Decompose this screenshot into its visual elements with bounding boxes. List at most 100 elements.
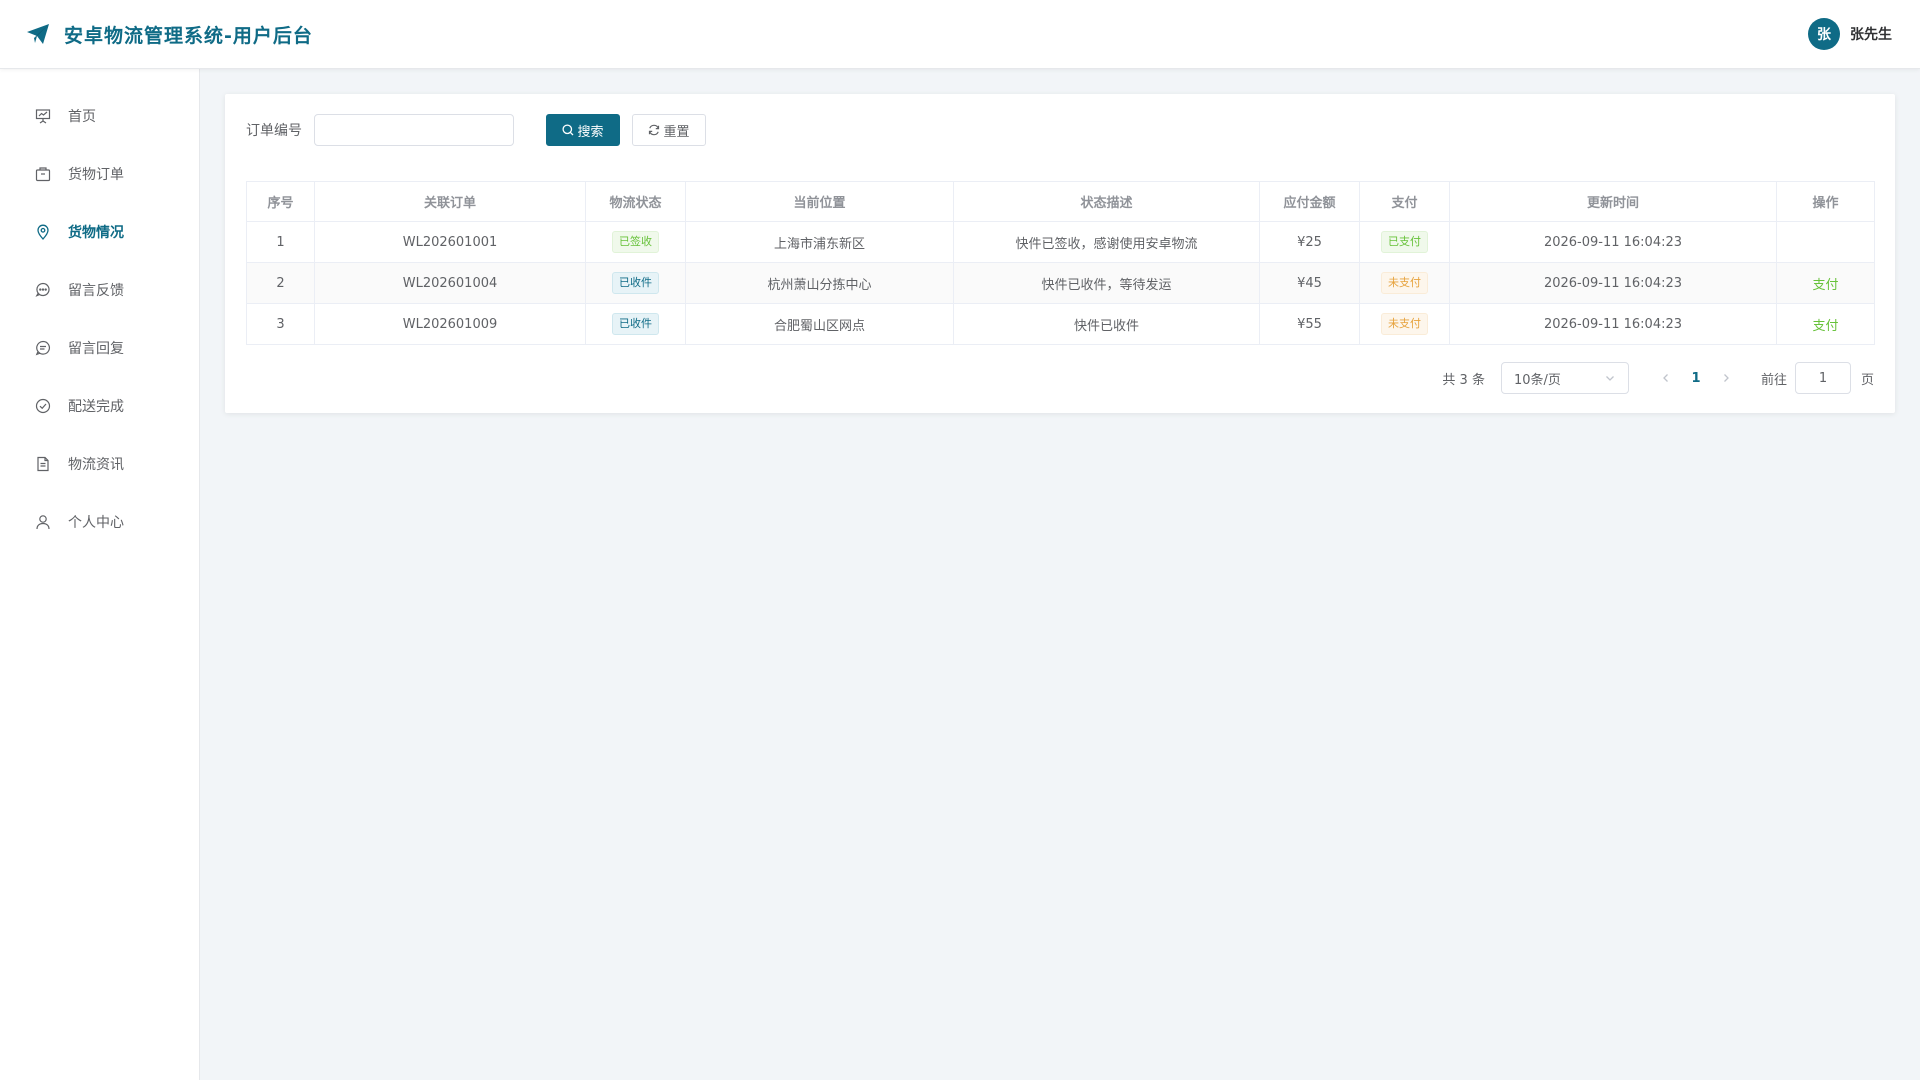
reset-button[interactable]: 重置 xyxy=(632,114,706,146)
sidebar-item-label: 货物订单 xyxy=(68,167,124,183)
actions-cell: 支付 xyxy=(1776,262,1875,304)
pay-button[interactable]: 支付 xyxy=(1812,278,1838,293)
sidebar-item-label: 留言反馈 xyxy=(68,283,124,299)
document-icon xyxy=(34,455,52,473)
presentation-icon xyxy=(34,107,52,125)
sidebar-item-cargo-status[interactable]: 货物情况 xyxy=(0,203,199,261)
update-time: 2026-09-11 16:04:23 xyxy=(1449,303,1777,345)
sidebar-item-profile[interactable]: 个人中心 xyxy=(0,493,199,551)
column-header: 应付金额 xyxy=(1259,181,1360,222)
sidebar-item-orders[interactable]: 货物订单 xyxy=(0,145,199,203)
amount-due: ¥55 xyxy=(1259,303,1360,345)
column-header: 状态描述 xyxy=(953,181,1260,222)
sidebar-item-news[interactable]: 物流资讯 xyxy=(0,435,199,493)
sidebar-item-feedback[interactable]: 留言反馈 xyxy=(0,261,199,319)
page-jump-input[interactable] xyxy=(1794,362,1851,394)
order-number-input[interactable] xyxy=(314,114,514,146)
location-pin-icon xyxy=(34,223,52,241)
search-button-label: 搜索 xyxy=(577,124,604,140)
sidebar-item-label: 个人中心 xyxy=(68,515,124,531)
status-badge: 已收件 xyxy=(612,313,659,335)
status-badge: 已收件 xyxy=(612,272,659,294)
current-location: 杭州萧山分拣中心 xyxy=(685,262,954,304)
app-header: 安卓物流管理系统-用户后台 张 张先生 xyxy=(0,0,1920,69)
refresh-icon xyxy=(649,124,660,136)
payment-badge: 未支付 xyxy=(1381,313,1428,335)
current-location: 合肥蜀山区网点 xyxy=(685,303,954,345)
cargo-table: 序号 关联订单 物流状态 当前位置 状态描述 应付金额 支付 更新时间 操作 1… xyxy=(246,181,1875,345)
order-number: WL202601009 xyxy=(314,303,586,345)
actions-cell: 支付 xyxy=(1776,303,1875,345)
sidebar-item-label: 首页 xyxy=(68,109,96,125)
page-number-button[interactable]: 1 xyxy=(1681,364,1711,392)
row-index: 1 xyxy=(246,221,315,263)
pay-button[interactable]: 支付 xyxy=(1812,319,1838,334)
page-size-value: 10条/页 xyxy=(1513,372,1561,388)
column-header: 支付 xyxy=(1359,181,1450,222)
pagination: 共 3 条 10条/页 1 前往 页 xyxy=(246,362,1874,394)
column-header: 关联订单 xyxy=(314,181,586,222)
table-row: 1 WL202601001 已签收 上海市浦东新区 快件已签收，感谢使用安卓物流… xyxy=(246,221,1875,263)
cargo-table-wrap: 序号 关联订单 物流状态 当前位置 状态描述 应付金额 支付 更新时间 操作 1… xyxy=(246,181,1875,345)
payment-cell: 已支付 xyxy=(1359,221,1450,263)
search-bar: 订单编号 搜索 重置 xyxy=(246,114,1874,146)
payment-badge: 未支付 xyxy=(1381,272,1428,294)
order-number: WL202601001 xyxy=(314,221,586,263)
column-header: 序号 xyxy=(246,181,315,222)
user-icon xyxy=(34,513,52,531)
logistics-status-cell: 已签收 xyxy=(585,221,686,263)
page-size-select[interactable]: 10条/页 xyxy=(1500,362,1629,394)
search-icon xyxy=(562,124,574,136)
row-index: 2 xyxy=(246,262,315,304)
chevron-down-icon xyxy=(1606,376,1614,381)
sidebar-item-home[interactable]: 首页 xyxy=(0,87,199,145)
actions-cell xyxy=(1776,221,1875,263)
sidebar: 首页 货物订单 货物情况 留言反馈 留言回复 配送完成 物流资讯 个人中心 xyxy=(0,69,200,1080)
row-index: 3 xyxy=(246,303,315,345)
check-circle-icon xyxy=(34,397,52,415)
column-header: 物流状态 xyxy=(585,181,686,222)
app-title: 安卓物流管理系统-用户后台 xyxy=(64,24,313,47)
next-page-button[interactable] xyxy=(1711,364,1741,392)
status-description: 快件已收件，等待发运 xyxy=(953,262,1260,304)
logistics-status-cell: 已收件 xyxy=(585,262,686,304)
update-time: 2026-09-11 16:04:23 xyxy=(1449,262,1777,304)
brand: 安卓物流管理系统-用户后台 xyxy=(26,21,313,48)
total-count: 共 3 条 xyxy=(1442,372,1485,388)
column-header: 更新时间 xyxy=(1449,181,1777,222)
chat-reply-icon xyxy=(34,339,52,357)
current-location: 上海市浦东新区 xyxy=(685,221,954,263)
amount-due: ¥25 xyxy=(1259,221,1360,263)
chevron-left-icon xyxy=(1663,374,1668,382)
column-header: 操作 xyxy=(1776,181,1875,222)
paper-plane-icon xyxy=(26,22,50,46)
status-description: 快件已签收，感谢使用安卓物流 xyxy=(953,221,1260,263)
avatar[interactable]: 张 xyxy=(1808,18,1840,50)
user-menu[interactable]: 张 张先生 xyxy=(1808,18,1892,50)
cargo-status-panel: 订单编号 搜索 重置 序号 关联订单 物流状态 当前位置 状态描述 应付金额 支… xyxy=(225,94,1895,413)
chat-bubble-icon xyxy=(34,281,52,299)
jump-label: 前往 xyxy=(1760,372,1787,388)
sidebar-item-label: 货物情况 xyxy=(68,225,124,241)
sidebar-item-label: 留言回复 xyxy=(68,341,124,357)
table-row: 3 WL202601009 已收件 合肥蜀山区网点 快件已收件 ¥55 未支付 … xyxy=(246,303,1875,345)
user-name[interactable]: 张先生 xyxy=(1850,24,1892,44)
logistics-status-cell: 已收件 xyxy=(585,303,686,345)
prev-page-button[interactable] xyxy=(1651,364,1681,392)
order-number-label: 订单编号 xyxy=(246,123,302,139)
chevron-right-icon xyxy=(1724,374,1729,382)
payment-badge: 已支付 xyxy=(1381,231,1428,253)
status-badge: 已签收 xyxy=(612,231,659,253)
sidebar-item-delivered[interactable]: 配送完成 xyxy=(0,377,199,435)
sidebar-item-replies[interactable]: 留言回复 xyxy=(0,319,199,377)
sidebar-item-label: 物流资讯 xyxy=(68,457,124,473)
payment-cell: 未支付 xyxy=(1359,262,1450,304)
search-button[interactable]: 搜索 xyxy=(546,114,620,146)
reset-button-label: 重置 xyxy=(663,124,690,140)
status-description: 快件已收件 xyxy=(953,303,1260,345)
amount-due: ¥45 xyxy=(1259,262,1360,304)
table-header-row: 序号 关联订单 物流状态 当前位置 状态描述 应付金额 支付 更新时间 操作 xyxy=(246,181,1875,222)
payment-cell: 未支付 xyxy=(1359,303,1450,345)
sidebar-item-label: 配送完成 xyxy=(68,399,124,415)
column-header: 当前位置 xyxy=(685,181,954,222)
